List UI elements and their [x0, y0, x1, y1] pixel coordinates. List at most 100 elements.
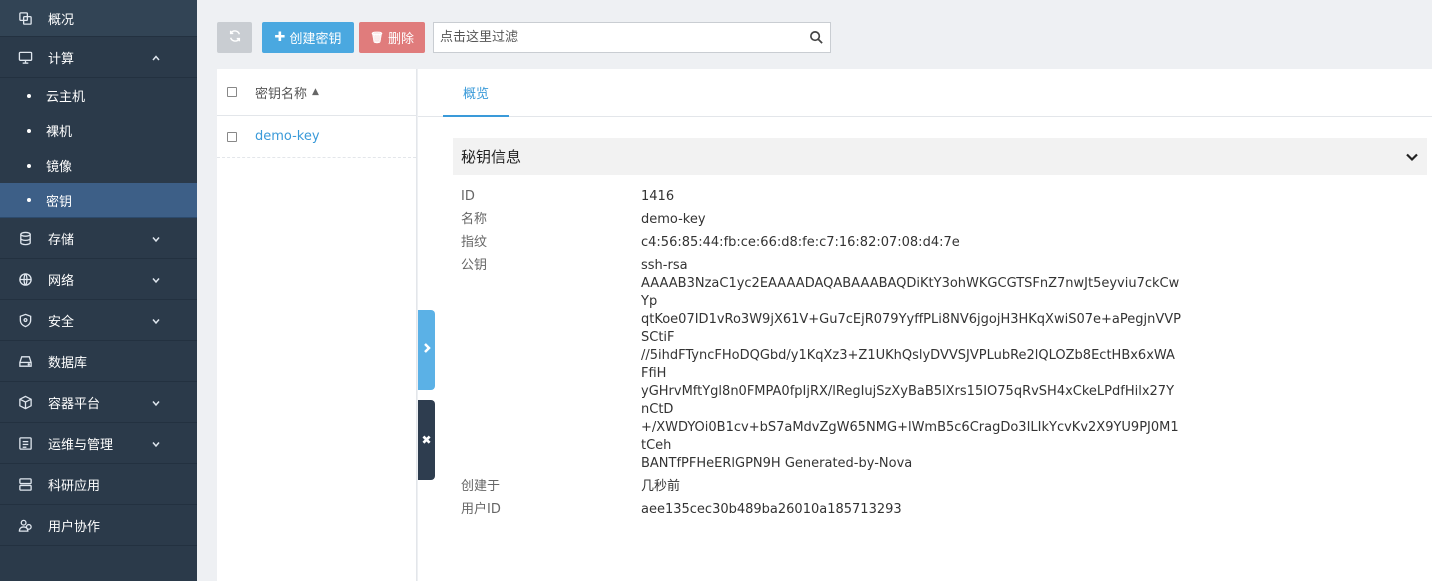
filter-box — [433, 22, 831, 53]
sidebar-item-database[interactable]: 数据库 — [0, 341, 197, 382]
sidebar-item-container[interactable]: 容器平台 — [0, 382, 197, 423]
sidebar-item-label: 计算 — [48, 51, 75, 67]
sort-asc-icon: ▲ — [312, 87, 319, 97]
sidebar-item-label: 用户协作 — [48, 519, 101, 535]
prop-created: 创建于 几秒前 — [461, 478, 1361, 496]
sidebar-item-label: 运维与管理 — [48, 437, 114, 453]
sidebar-item-label: 数据库 — [48, 355, 88, 371]
sidebar-item-storage[interactable]: 存储 — [0, 218, 197, 259]
toolbar: ✚ 创建密钥 🗑 删除 — [217, 22, 831, 53]
sidebar-item-label: 安全 — [48, 314, 75, 330]
public-key-line: +/XWDYOi0B1cv+bS7aMdvZgW65NMG+lWmB5c6Cra… — [641, 420, 1179, 453]
public-key-line: qtKoe07ID1vRo3W9jX61V+Gu7cEjR079YyffPLi8… — [641, 312, 1181, 345]
tab-overview[interactable]: 概览 — [443, 69, 509, 117]
sidebar: 概况 计算 云主机 裸机 镜像 密钥 存储 网络 安全 数据库 容器平台 运维与… — [0, 0, 197, 581]
prop-label: 指纹 — [461, 235, 488, 250]
chevron-up-icon — [151, 52, 161, 62]
prop-value: 1416 — [641, 189, 675, 204]
detail-tabs: 概览 — [418, 69, 1432, 117]
button-label: 删除 — [387, 32, 414, 47]
users-icon — [16, 516, 34, 534]
list-item[interactable]: demo-key — [217, 116, 416, 158]
filter-input[interactable] — [434, 23, 794, 52]
sidebar-item-vm[interactable]: 云主机 — [0, 78, 197, 113]
keypair-name-link[interactable]: demo-key — [255, 129, 320, 144]
globe-icon — [16, 270, 34, 288]
chevron-down-icon — [151, 315, 161, 325]
sidebar-item-overview[interactable]: 概况 — [0, 0, 197, 37]
column-header-name[interactable]: 密钥名称 — [255, 83, 307, 102]
section-header[interactable]: 秘钥信息 — [453, 138, 1427, 175]
close-panel-button[interactable]: ✖ — [418, 400, 435, 480]
sidebar-item-label: 存储 — [48, 232, 75, 248]
sidebar-item-label: 镜像 — [46, 160, 73, 175]
public-key-line: BANTfPFHeERlGPN9H Generated-by-Nova — [641, 456, 913, 471]
prop-fingerprint: 指纹 c4:56:85:44:fb:ce:66:d8:fe:c7:16:82:0… — [461, 234, 1361, 252]
sidebar-item-compute[interactable]: 计算 — [0, 37, 197, 78]
button-label: 创建密钥 — [289, 32, 342, 47]
overview-icon — [16, 9, 34, 27]
sidebar-item-label: 容器平台 — [48, 396, 101, 412]
sidebar-item-collab[interactable]: 用户协作 — [0, 505, 197, 546]
compute-submenu: 云主机 裸机 镜像 密钥 — [0, 78, 197, 218]
refresh-icon — [228, 29, 242, 47]
sidebar-item-images[interactable]: 镜像 — [0, 148, 197, 183]
bullet-icon — [27, 93, 31, 98]
sidebar-item-label: 科研应用 — [48, 478, 101, 494]
monitor-icon — [16, 48, 34, 66]
sidebar-item-label: 概况 — [48, 12, 75, 28]
sidebar-item-research[interactable]: 科研应用 — [0, 464, 197, 505]
prop-value: demo-key — [641, 212, 706, 227]
public-key-line: //5ihdFTyncFHoDQGbd/y1KqXz3+Z1UKhQslyDVV… — [641, 348, 1175, 381]
list-icon — [16, 434, 34, 452]
chevron-right-icon — [422, 342, 432, 358]
plus-icon: ✚ — [274, 30, 286, 45]
sidebar-item-label: 网络 — [48, 273, 75, 289]
bullet-icon — [27, 198, 31, 202]
delete-button[interactable]: 🗑 删除 — [359, 22, 425, 53]
list-header: 密钥名称 ▲ — [217, 69, 416, 116]
prop-value: aee135cec30b489ba26010a185713293 — [641, 502, 902, 517]
chevron-down-icon — [151, 438, 161, 448]
prop-label: 名称 — [461, 212, 488, 227]
select-all-checkbox[interactable] — [227, 87, 237, 97]
properties-list: ID 1416 名称 demo-key 指纹 c4:56:85:44:fb:ce… — [461, 188, 1361, 524]
sidebar-item-security[interactable]: 安全 — [0, 300, 197, 341]
prop-label: 用户ID — [461, 502, 501, 517]
sidebar-item-label: 密钥 — [46, 194, 73, 210]
prop-label: 公钥 — [461, 258, 488, 273]
chevron-down-icon — [151, 233, 161, 243]
cube-icon — [16, 393, 34, 411]
create-keypair-button[interactable]: ✚ 创建密钥 — [262, 22, 354, 53]
sidebar-item-ops[interactable]: 运维与管理 — [0, 423, 197, 464]
sidebar-item-label: 云主机 — [46, 90, 86, 105]
prop-id: ID 1416 — [461, 188, 1361, 206]
close-icon: ✖ — [421, 433, 432, 447]
trash-icon: 🗑 — [370, 31, 384, 44]
prop-label: ID — [461, 189, 475, 204]
bullet-icon — [27, 163, 31, 168]
sidebar-item-network[interactable]: 网络 — [0, 259, 197, 300]
detail-panel: 概览 秘钥信息 ID 1416 名称 demo-key 指纹 c4:56:85:… — [418, 69, 1432, 581]
chevron-down-icon — [151, 397, 161, 407]
chevron-down-icon — [151, 274, 161, 284]
sidebar-item-keypairs[interactable]: 密钥 — [0, 183, 197, 218]
sidebar-item-label: 裸机 — [46, 125, 73, 140]
prop-label: 创建于 — [461, 479, 501, 494]
chevron-down-icon — [1405, 150, 1419, 164]
prop-value: c4:56:85:44:fb:ce:66:d8:fe:c7:16:82:07:0… — [641, 235, 960, 250]
shield-icon — [16, 311, 34, 329]
row-checkbox[interactable] — [227, 131, 237, 142]
prop-user-id: 用户ID aee135cec30b489ba26010a185713293 — [461, 501, 1361, 519]
expand-panel-button[interactable] — [418, 310, 435, 390]
search-icon[interactable] — [809, 30, 824, 45]
prop-value: 几秒前 — [641, 479, 681, 494]
hdd-icon — [16, 352, 34, 370]
bullet-icon — [27, 128, 31, 133]
prop-value: ssh-rsa AAAAB3NzaC1yc2EAAAADAQABAAABAQDi… — [641, 257, 1181, 473]
keypair-list: 密钥名称 ▲ demo-key — [217, 69, 417, 581]
sidebar-item-baremetal[interactable]: 裸机 — [0, 113, 197, 148]
refresh-button[interactable] — [217, 22, 252, 53]
public-key-line: ssh-rsa — [641, 258, 688, 273]
prop-name: 名称 demo-key — [461, 211, 1361, 229]
